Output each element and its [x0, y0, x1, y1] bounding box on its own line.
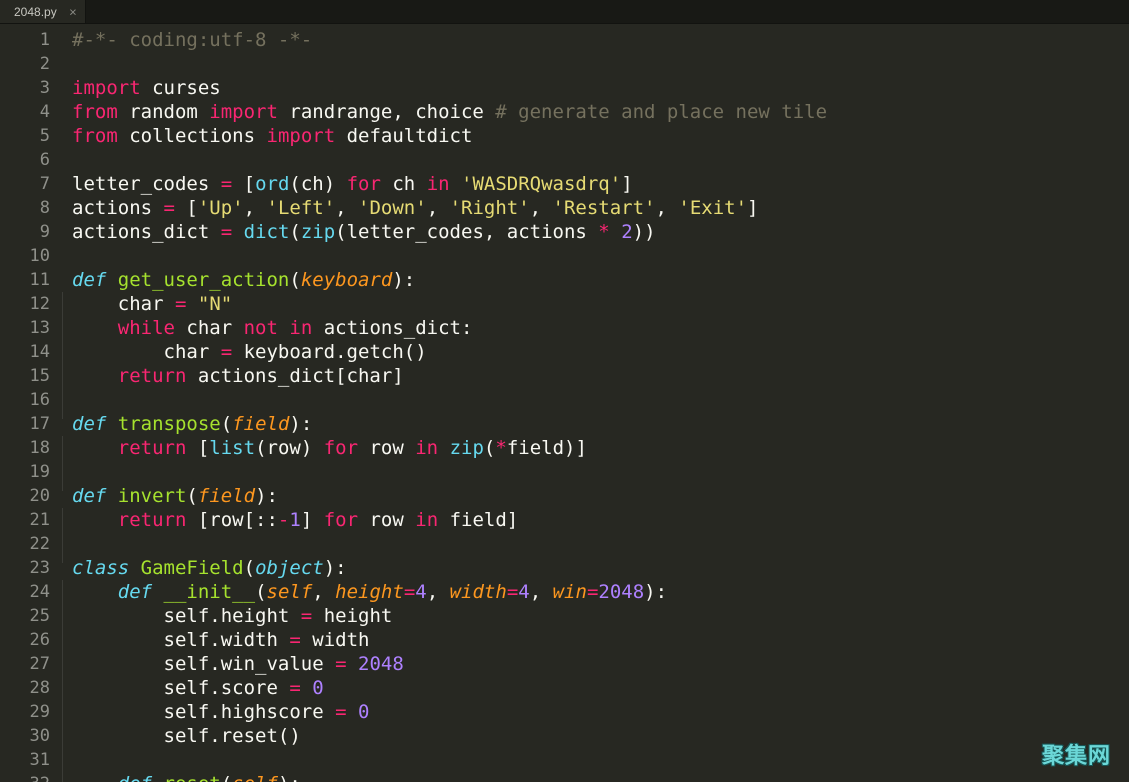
code-line[interactable]: def reset(self): [72, 772, 1129, 782]
line-number: 7 [0, 172, 60, 196]
fold-guide [62, 292, 63, 419]
line-number: 3 [0, 76, 60, 100]
line-number: 20 [0, 484, 60, 508]
line-number: 25 [0, 604, 60, 628]
code-area[interactable]: #-*- coding:utf-8 -*- import cursesfrom … [60, 24, 1129, 782]
code-line[interactable] [72, 52, 1129, 76]
line-number: 9 [0, 220, 60, 244]
code-line[interactable]: def transpose(field): [72, 412, 1129, 436]
line-number: 28 [0, 676, 60, 700]
watermark-logo: 聚集网 [1042, 738, 1111, 770]
code-line[interactable]: while char not in actions_dict: [72, 316, 1129, 340]
line-number: 1 [0, 28, 60, 52]
code-line[interactable] [72, 460, 1129, 484]
code-line[interactable]: return [row[::-1] for row in field] [72, 508, 1129, 532]
code-line[interactable]: self.win_value = 2048 [72, 652, 1129, 676]
code-line[interactable] [72, 148, 1129, 172]
tab-bar: 2048.py × [0, 0, 1129, 24]
code-line[interactable]: char = "N" [72, 292, 1129, 316]
line-number: 6 [0, 148, 60, 172]
line-number: 14 [0, 340, 60, 364]
tab-filename: 2048.py [14, 5, 57, 19]
code-line[interactable]: self.height = height [72, 604, 1129, 628]
line-number: 22 [0, 532, 60, 556]
line-number: 21 [0, 508, 60, 532]
code-line[interactable]: return actions_dict[char] [72, 364, 1129, 388]
code-line[interactable]: def get_user_action(keyboard): [72, 268, 1129, 292]
code-line[interactable]: #-*- coding:utf-8 -*- [72, 28, 1129, 52]
fold-guide [62, 580, 63, 782]
line-number: 12 [0, 292, 60, 316]
line-number: 4 [0, 100, 60, 124]
line-number: 30 [0, 724, 60, 748]
code-line[interactable]: self.score = 0 [72, 676, 1129, 700]
code-line[interactable]: return [list(row) for row in zip(*field)… [72, 436, 1129, 460]
code-line[interactable]: actions = ['Up', 'Left', 'Down', 'Right'… [72, 196, 1129, 220]
code-line[interactable]: from random import randrange, choice # g… [72, 100, 1129, 124]
line-number: 16 [0, 388, 60, 412]
line-number-gutter: 1234567891011121314151617181920212223242… [0, 24, 60, 782]
code-line[interactable]: self.width = width [72, 628, 1129, 652]
line-number: 26 [0, 628, 60, 652]
line-number: 19 [0, 460, 60, 484]
line-number: 10 [0, 244, 60, 268]
line-number: 17 [0, 412, 60, 436]
line-number: 31 [0, 748, 60, 772]
fold-guide [62, 436, 63, 491]
line-number: 18 [0, 436, 60, 460]
code-line[interactable] [72, 388, 1129, 412]
editor-tab[interactable]: 2048.py × [0, 0, 86, 23]
line-number: 8 [0, 196, 60, 220]
line-number: 29 [0, 700, 60, 724]
line-number: 23 [0, 556, 60, 580]
line-number: 13 [0, 316, 60, 340]
line-number: 32 [0, 772, 60, 782]
code-line[interactable]: letter_codes = [ord(ch) for ch in 'WASDR… [72, 172, 1129, 196]
line-number: 27 [0, 652, 60, 676]
code-line[interactable]: self.reset() [72, 724, 1129, 748]
close-icon[interactable]: × [69, 4, 77, 19]
code-line[interactable]: from collections import defaultdict [72, 124, 1129, 148]
fold-guide [62, 508, 63, 563]
code-line[interactable]: def invert(field): [72, 484, 1129, 508]
line-number: 2 [0, 52, 60, 76]
code-line[interactable]: self.highscore = 0 [72, 700, 1129, 724]
line-number: 11 [0, 268, 60, 292]
code-line[interactable]: def __init__(self, height=4, width=4, wi… [72, 580, 1129, 604]
code-line[interactable] [72, 532, 1129, 556]
line-number: 24 [0, 580, 60, 604]
line-number: 5 [0, 124, 60, 148]
code-line[interactable]: actions_dict = dict(zip(letter_codes, ac… [72, 220, 1129, 244]
code-line[interactable]: char = keyboard.getch() [72, 340, 1129, 364]
editor-pane[interactable]: 1234567891011121314151617181920212223242… [0, 24, 1129, 782]
code-line[interactable]: class GameField(object): [72, 556, 1129, 580]
code-line[interactable] [72, 244, 1129, 268]
code-line[interactable] [72, 748, 1129, 772]
code-line[interactable]: import curses [72, 76, 1129, 100]
line-number: 15 [0, 364, 60, 388]
